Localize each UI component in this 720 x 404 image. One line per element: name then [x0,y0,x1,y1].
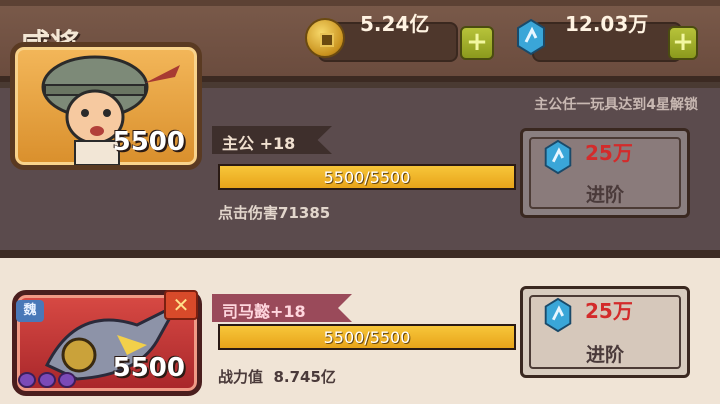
crossed-swords-icon: ✕ [164,290,198,320]
progress-bar: 5500/5500 [218,164,516,190]
gem-icon [544,139,572,175]
stat-label: 点击伤害 [218,204,279,222]
gem-icon [517,18,545,56]
upgrade-label: 进阶 [585,184,624,206]
stat-line: 点击伤害71385 [218,202,330,223]
power-value: 5500 [112,353,185,383]
progress-text: 5500/5500 [323,328,411,347]
gem-amount: 12.03万 [565,12,649,36]
upgrade-cost: 25万 [585,141,633,165]
unlock-hint: 主公任一玩具达到4星解锁 [534,97,698,113]
gem-icon [544,297,572,333]
pip-icon [58,372,76,388]
lord-portrait[interactable]: 5500 [10,42,202,170]
coin-icon [305,18,345,58]
star-pips [18,372,78,392]
coin-amount: 5.24亿 [360,12,430,36]
progress-text: 5500/5500 [323,168,411,187]
upgrade-label: 进阶 [585,344,624,366]
kingdom-badge: 魏 [16,300,44,322]
power-value: 5500 [112,127,185,157]
row-divider [0,250,720,258]
stat-line: 战力值 8.745亿 [218,366,336,387]
upgrade-button[interactable]: 25万 进阶 [520,128,690,218]
unit-name: 主公 +18 [212,126,332,154]
progress-bar: 5500/5500 [218,324,516,350]
pip-icon [18,372,36,388]
add-coins-button[interactable]: + [460,26,494,60]
stat-value: 8.745亿 [273,368,336,386]
pip-icon [38,372,56,388]
stat-label: 战力值 [218,368,264,386]
upgrade-button[interactable]: 25万 进阶 [520,286,690,378]
upgrade-cost: 25万 [585,299,633,323]
add-gems-button[interactable]: + [668,26,698,60]
unit-name: 司马懿+18 [212,294,352,322]
stat-value: 71385 [278,204,331,222]
